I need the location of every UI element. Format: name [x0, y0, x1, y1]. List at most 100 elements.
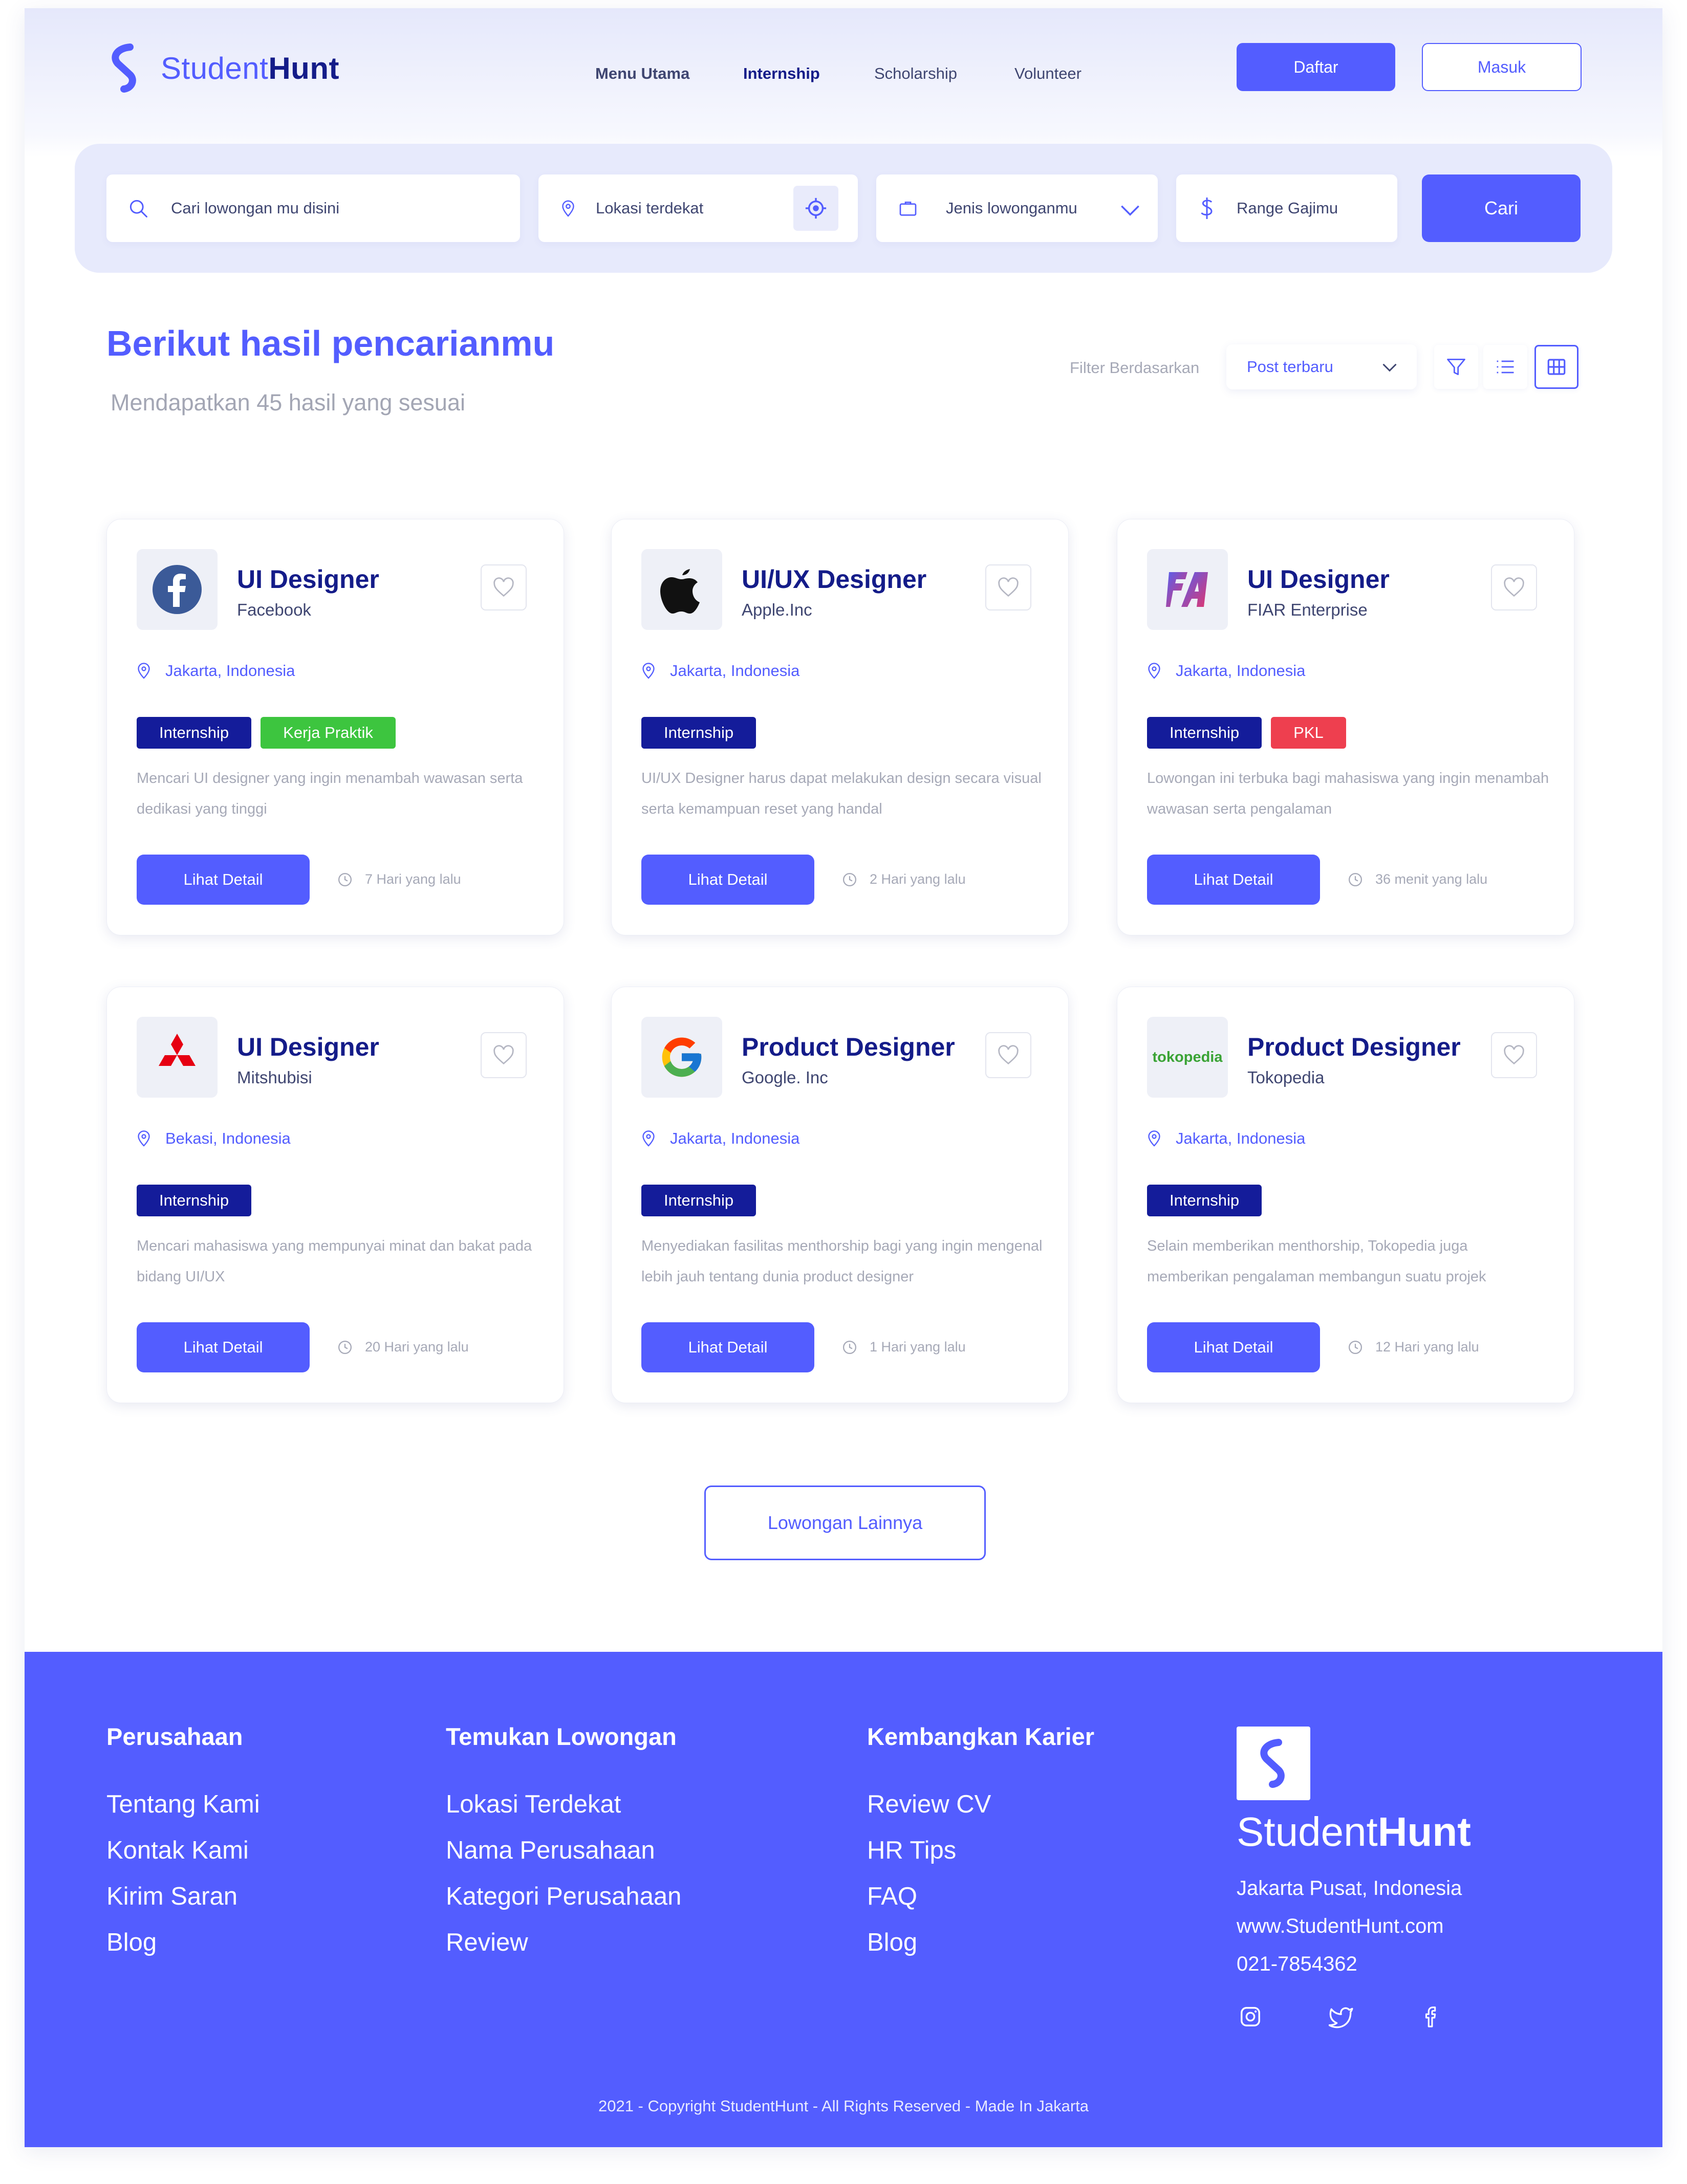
favorite-button[interactable]: [1491, 564, 1537, 610]
location-text: Jakarta, Indonesia: [670, 1129, 800, 1147]
favorite-button[interactable]: [1491, 1032, 1537, 1078]
job-card[interactable]: UI Designer Facebook Jakarta, Indonesia …: [106, 519, 564, 935]
heart-icon: [1504, 1045, 1524, 1065]
posted-time: 20 Hari yang lalu: [337, 1339, 469, 1355]
footer-link[interactable]: Kontak Kami: [106, 1836, 249, 1865]
grid-icon: [1547, 359, 1566, 375]
current-location-button[interactable]: [793, 186, 838, 231]
search-button[interactable]: Cari: [1422, 174, 1581, 242]
instagram-icon: [1241, 2007, 1260, 2026]
footer-link[interactable]: FAQ: [867, 1882, 917, 1911]
google-logo-icon: [662, 1037, 702, 1077]
detail-button[interactable]: Lihat Detail: [641, 855, 814, 905]
posted-time: 7 Hari yang lalu: [337, 871, 461, 887]
job-card[interactable]: UI/UX Designer Apple.Inc Jakarta, Indone…: [611, 519, 1069, 935]
job-card[interactable]: UI Designer FIAR Enterprise Jakarta, Ind…: [1117, 519, 1574, 935]
heart-icon: [493, 1045, 514, 1065]
job-description: Selain memberikan menthorship, Tokopedia…: [1147, 1238, 1486, 1285]
footer-link[interactable]: Review: [446, 1928, 528, 1957]
job-title[interactable]: UI Designer: [237, 1032, 379, 1062]
brand-logo[interactable]: StudentHunt: [106, 43, 339, 93]
footer-link[interactable]: Kirim Saran: [106, 1882, 237, 1911]
job-title[interactable]: UI/UX Designer: [742, 564, 926, 594]
filter-button[interactable]: [1434, 345, 1478, 389]
heart-icon: [1504, 577, 1524, 597]
more-jobs-button[interactable]: Lowongan Lainnya: [704, 1486, 986, 1560]
footer-link[interactable]: Kategori Perusahaan: [446, 1882, 681, 1911]
job-card[interactable]: tokopedia Product Designer Tokopedia Jak…: [1117, 987, 1574, 1403]
footer-link[interactable]: Nama Perusahaan: [446, 1836, 655, 1865]
grid-view-button[interactable]: [1534, 345, 1578, 389]
detail-button[interactable]: Lihat Detail: [137, 855, 310, 905]
footer-link[interactable]: Review CV: [867, 1790, 991, 1819]
job-location: Jakarta, Indonesia: [1147, 1129, 1305, 1148]
nav-internship[interactable]: Internship: [743, 64, 820, 83]
tag-internship: Internship: [137, 717, 252, 749]
detail-button[interactable]: Lihat Detail: [1147, 1322, 1320, 1372]
crosshair-icon: [805, 198, 827, 219]
posted-time: 12 Hari yang lalu: [1348, 1339, 1479, 1355]
clock-icon: [1349, 872, 1362, 886]
job-card[interactable]: UI Designer Mitshubisi Bekasi, Indonesia…: [106, 987, 564, 1403]
company-logo: [641, 549, 722, 630]
login-button[interactable]: Masuk: [1422, 43, 1582, 91]
job-location: Jakarta, Indonesia: [641, 662, 799, 680]
funnel-icon: [1447, 358, 1465, 376]
job-title[interactable]: Product Designer: [742, 1032, 955, 1062]
location-pin-icon: [642, 1130, 655, 1147]
footer-link[interactable]: Lokasi Terdekat: [446, 1790, 621, 1819]
register-button[interactable]: Daftar: [1237, 43, 1395, 91]
footer-logo: [1237, 1727, 1310, 1800]
location-pin-icon: [138, 663, 150, 679]
favorite-button[interactable]: [481, 1032, 527, 1078]
salary-range-field[interactable]: Range Gajimu: [1176, 174, 1397, 242]
footer-column-title: Temukan Lowongan: [446, 1723, 677, 1750]
job-title[interactable]: UI Designer: [1247, 564, 1390, 594]
briefcase-icon: [899, 202, 917, 216]
posted-time-text: 36 menit yang lalu: [1375, 871, 1488, 887]
detail-button[interactable]: Lihat Detail: [641, 1322, 814, 1372]
job-title[interactable]: Product Designer: [1247, 1032, 1461, 1062]
favorite-button[interactable]: [481, 564, 527, 610]
footer-website[interactable]: www.StudentHunt.com: [1237, 1915, 1444, 1938]
nav-scholarship[interactable]: Scholarship: [874, 64, 957, 83]
clock-icon: [843, 872, 856, 886]
nav-volunteer[interactable]: Volunteer: [1014, 64, 1082, 83]
job-card[interactable]: Product Designer Google. Inc Jakarta, In…: [611, 987, 1069, 1403]
location-field[interactable]: Lokasi terdekat: [538, 174, 858, 242]
heart-icon: [998, 577, 1019, 597]
location-text: Jakarta, Indonesia: [165, 662, 295, 680]
footer-link[interactable]: Blog: [867, 1928, 917, 1957]
facebook-link[interactable]: [1420, 2005, 1443, 2031]
footer-column-title: Kembangkan Karier: [867, 1723, 1095, 1750]
tag-list: Internship: [641, 1185, 756, 1216]
posted-time-text: 1 Hari yang lalu: [870, 1339, 966, 1355]
tag-list: Internship PKL: [1147, 717, 1346, 749]
favorite-button[interactable]: [985, 1032, 1031, 1078]
results-count: Mendapatkan 45 hasil yang sesuai: [111, 389, 465, 416]
location-text: Jakarta, Indonesia: [1176, 1129, 1306, 1147]
instagram-link[interactable]: [1239, 2005, 1262, 2031]
footer-link[interactable]: Blog: [106, 1928, 157, 1957]
company-name: FIAR Enterprise: [1247, 600, 1368, 619]
sort-select-value: Post terbaru: [1247, 358, 1333, 376]
detail-button[interactable]: Lihat Detail: [137, 1322, 310, 1372]
job-type-placeholder: Jenis lowonganmu: [946, 199, 1077, 217]
company-logo: [641, 1017, 722, 1098]
dollar-icon: [1201, 198, 1213, 219]
nav-menu-utama[interactable]: Menu Utama: [595, 64, 689, 83]
facebook-logo-icon: [153, 565, 202, 614]
footer-link[interactable]: HR Tips: [867, 1836, 956, 1865]
chevron-down-icon: [1382, 363, 1397, 372]
detail-button[interactable]: Lihat Detail: [1147, 855, 1320, 905]
twitter-link[interactable]: [1328, 2005, 1354, 2031]
tag-list: Internship Kerja Praktik: [137, 717, 396, 749]
keyword-search-field[interactable]: Cari lowongan mu disini: [106, 174, 520, 242]
tag-list: Internship: [1147, 1185, 1262, 1216]
sort-select[interactable]: Post terbaru: [1226, 344, 1417, 389]
list-view-button[interactable]: [1483, 345, 1527, 389]
job-title[interactable]: UI Designer: [237, 564, 379, 594]
footer-link[interactable]: Tentang Kami: [106, 1790, 260, 1819]
favorite-button[interactable]: [985, 564, 1031, 610]
job-type-select[interactable]: Jenis lowonganmu: [876, 174, 1158, 242]
